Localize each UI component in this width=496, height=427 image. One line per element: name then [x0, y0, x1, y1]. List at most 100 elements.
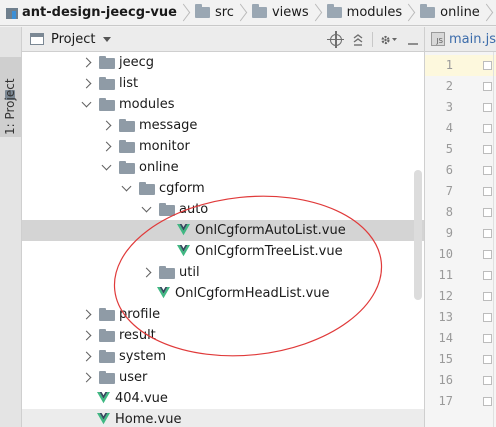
folder-icon: [119, 140, 135, 153]
chevron-right-icon[interactable]: [80, 304, 94, 325]
tree-item-label: profile: [119, 307, 161, 322]
folder-icon: [159, 266, 175, 279]
project-view-title[interactable]: Project: [51, 32, 95, 47]
breadcrumb-item[interactable]: src: [189, 0, 246, 25]
breadcrumb-separator-icon: [406, 0, 414, 25]
fold-marker-icon[interactable]: [483, 250, 492, 259]
chevron-right-icon[interactable]: [80, 367, 94, 388]
tree-folder-row[interactable]: jeecg: [22, 52, 424, 73]
project-tree[interactable]: jeecg list modules message monitor online cgfo…: [22, 52, 424, 427]
breadcrumb-item[interactable]: ant-design-jeecg-vue: [0, 0, 189, 25]
chevron-down-icon[interactable]: [100, 157, 114, 178]
tree-folder-row[interactable]: util: [22, 262, 424, 283]
chevron-right-icon[interactable]: [80, 346, 94, 367]
fold-marker-icon[interactable]: [483, 271, 492, 280]
collapse-all-icon[interactable]: [347, 27, 369, 52]
fold-marker-icon[interactable]: [483, 355, 492, 364]
tree-folder-row[interactable]: list: [22, 73, 424, 94]
tree-item-label: util: [179, 265, 200, 280]
tree-file-row[interactable]: OnlCgformAutoList.vue: [22, 220, 424, 241]
chevron-right-icon[interactable]: [80, 325, 94, 346]
chevron-right-icon[interactable]: [80, 52, 94, 73]
breadcrumb-item[interactable]: online: [414, 0, 492, 25]
chevron-right-icon[interactable]: [80, 73, 94, 94]
tree-folder-row[interactable]: system: [22, 346, 424, 367]
folder-icon: [139, 182, 155, 195]
tree-item-label: list: [119, 76, 139, 91]
fold-marker-icon[interactable]: [483, 124, 492, 133]
breadcrumb-item[interactable]: modules: [321, 0, 415, 25]
editor-tab-main-js[interactable]: main.js: [449, 32, 496, 47]
tree-item-label: user: [119, 370, 148, 385]
tree-folder-row[interactable]: profile: [22, 304, 424, 325]
breadcrumb-label: src: [214, 5, 234, 20]
fold-marker-icon[interactable]: [483, 208, 492, 217]
fold-marker-icon[interactable]: [483, 292, 492, 301]
gutter-divider: [493, 52, 494, 427]
editor-gutter: 1 2 3 4 5 6 7 8 9 10 11 12 13 14 15 16 17: [424, 52, 496, 427]
chevron-right-icon[interactable]: [140, 262, 154, 283]
tree-item-label: OnlCgformTreeList.vue: [195, 244, 343, 259]
fold-marker-icon[interactable]: [483, 376, 492, 385]
fold-marker-icon[interactable]: [483, 334, 492, 343]
breadcrumb-label: ant-design-jeecg-vue: [22, 5, 177, 20]
tree-folder-row[interactable]: result: [22, 325, 424, 346]
gear-icon[interactable]: [376, 27, 402, 52]
fold-marker-icon[interactable]: [483, 313, 492, 322]
fold-marker-icon[interactable]: [483, 145, 492, 154]
tree-folder-row[interactable]: online: [22, 157, 424, 178]
tree-folder-row[interactable]: user: [22, 367, 424, 388]
tree-folder-row[interactable]: monitor: [22, 136, 424, 157]
vue-file-icon: [177, 224, 190, 237]
tree-file-row[interactable]: OnlCgformHeadList.vue: [22, 283, 424, 304]
hide-panel-icon[interactable]: [402, 27, 424, 52]
folder-icon: [99, 56, 115, 69]
fold-marker-icon[interactable]: [483, 166, 492, 175]
tree-scrollbar[interactable]: [414, 170, 422, 300]
folder-icon: [326, 4, 342, 18]
tool-window-stripe: 1: Project: [0, 27, 22, 427]
line-number: 12: [438, 289, 453, 303]
tree-item-label: jeecg: [119, 55, 155, 70]
tree-folder-row[interactable]: auto: [22, 199, 424, 220]
chevron-right-icon[interactable]: [100, 136, 114, 157]
breadcrumb: ant-design-jeecg-vue src views modules onlin…: [0, 0, 496, 26]
fold-marker-icon[interactable]: [483, 82, 492, 91]
tree-folder-row[interactable]: message: [22, 115, 424, 136]
project-tool-tab-label[interactable]: 1: Project: [3, 78, 17, 135]
folder-icon: [99, 98, 115, 111]
chevron-right-icon[interactable]: [100, 115, 114, 136]
tree-item-label: OnlCgformAutoList.vue: [195, 223, 346, 238]
tree-file-row[interactable]: OnlCgformTreeList.vue: [22, 241, 424, 262]
vue-file-icon: [97, 413, 110, 426]
crosshair-icon[interactable]: [325, 27, 347, 52]
folder-icon: [251, 4, 267, 18]
tree-folder-row[interactable]: modules: [22, 94, 424, 115]
chevron-down-icon[interactable]: [80, 94, 94, 115]
breadcrumb-item[interactable]: views: [246, 0, 321, 25]
fold-marker-icon[interactable]: [483, 397, 492, 406]
breadcrumb-separator-icon: [313, 0, 321, 25]
folder-icon: [119, 119, 135, 132]
tree-folder-row[interactable]: cgform: [22, 178, 424, 199]
chevron-down-icon[interactable]: [103, 36, 112, 42]
tree-file-row[interactable]: Home.vue: [22, 409, 424, 427]
fold-marker-icon[interactable]: [483, 229, 492, 238]
tree-item-label: monitor: [139, 139, 190, 154]
project-panel-header: Project: [22, 27, 424, 52]
line-number: 5: [445, 142, 453, 156]
tree-item-label: system: [119, 349, 166, 364]
fold-marker-icon[interactable]: [483, 103, 492, 112]
breadcrumb-separator-icon: [181, 0, 189, 25]
tree-file-row[interactable]: 404.vue: [22, 388, 424, 409]
chevron-down-icon[interactable]: [140, 199, 154, 220]
panel-toolbar: [325, 27, 424, 52]
breadcrumb-label: online: [440, 5, 480, 20]
folder-icon: [99, 77, 115, 90]
chevron-down-icon[interactable]: [120, 178, 134, 199]
fold-marker-icon[interactable]: [483, 61, 492, 70]
line-number: 10: [438, 247, 453, 261]
fold-marker-icon[interactable]: [483, 187, 492, 196]
tree-item-label: modules: [119, 97, 175, 112]
